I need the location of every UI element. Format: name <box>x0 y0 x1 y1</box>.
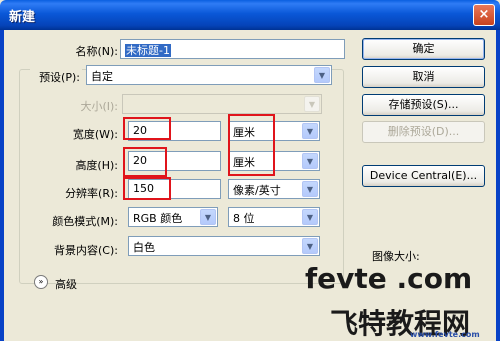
close-icon: × <box>478 7 490 22</box>
window-frame-left <box>0 30 4 341</box>
chevron-down-icon: ▼ <box>302 153 318 169</box>
color-mode-value: RGB 颜色 <box>133 212 183 225</box>
name-value: 未标题-1 <box>125 44 171 57</box>
delete-preset-button: 删除预设(D)... <box>362 121 485 143</box>
double-chevron-down-icon: » <box>38 277 44 286</box>
highlight-unit-box <box>228 114 275 176</box>
background-value: 白色 <box>133 241 155 254</box>
preset-value: 自定 <box>91 70 113 83</box>
advanced-toggle-button[interactable]: » <box>34 275 48 289</box>
advanced-divider <box>84 283 342 284</box>
watermark-logo-icon <box>440 308 495 338</box>
close-button[interactable]: × <box>473 4 495 26</box>
advanced-label: 高级 <box>55 278 77 291</box>
cancel-button[interactable]: 取消 <box>362 66 485 88</box>
device-central-button[interactable]: Device Central(E)... <box>362 165 485 187</box>
chevron-down-icon: ▼ <box>200 209 216 225</box>
bit-depth-value: 8 位 <box>233 212 255 225</box>
resolution-unit-value: 像素/英寸 <box>233 184 281 197</box>
save-preset-button[interactable]: 存储预设(S)... <box>362 94 485 116</box>
color-mode-select[interactable]: RGB 颜色 ▼ <box>128 207 218 227</box>
background-label: 背景内容(C): <box>54 244 118 257</box>
title-bar[interactable]: 新建 × <box>0 0 500 30</box>
name-label: 名称(N): <box>75 45 118 58</box>
resolution-label: 分辨率(R): <box>65 187 118 200</box>
size-label: 大小(I): <box>80 100 118 113</box>
highlight-width-box <box>123 117 171 140</box>
dialog-title: 新建 <box>9 10 36 25</box>
highlight-resolution-box <box>123 177 171 200</box>
bit-depth-select[interactable]: 8 位 ▼ <box>228 207 320 227</box>
height-label: 高度(H): <box>75 159 118 172</box>
chevron-down-icon: ▼ <box>302 123 318 139</box>
color-mode-label: 颜色模式(M): <box>52 215 118 228</box>
resolution-unit-select[interactable]: 像素/英寸 ▼ <box>228 179 320 199</box>
size-select: ▼ <box>122 94 322 114</box>
window-frame-right <box>496 30 500 341</box>
watermark-site: fevte .com <box>305 262 473 295</box>
chevron-down-icon: ▼ <box>304 96 320 112</box>
chevron-down-icon: ▼ <box>302 181 318 197</box>
highlight-height-box <box>123 147 167 177</box>
preset-select[interactable]: 自定 ▼ <box>86 65 332 85</box>
chevron-down-icon: ▼ <box>314 67 330 83</box>
preset-label: 预设(P): <box>30 69 82 85</box>
ok-button[interactable]: 确定 <box>362 38 485 60</box>
chevron-down-icon: ▼ <box>302 238 318 254</box>
width-label: 宽度(W): <box>72 128 118 141</box>
background-select[interactable]: 白色 ▼ <box>128 236 320 256</box>
name-input[interactable]: 未标题-1 <box>120 39 345 59</box>
chevron-down-icon: ▼ <box>302 209 318 225</box>
